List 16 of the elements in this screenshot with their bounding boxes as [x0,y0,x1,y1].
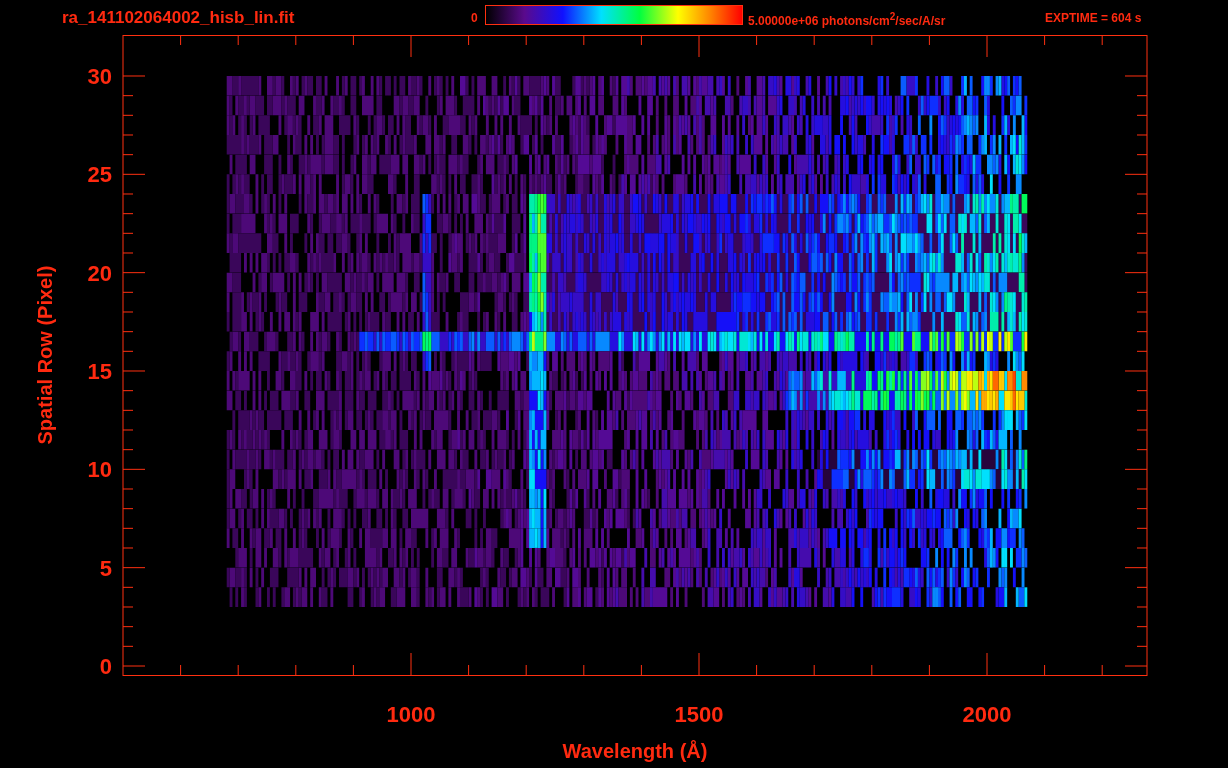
y-tick-label: 15 [87,359,112,384]
exposure-time: EXPTIME = 604 s [1045,11,1142,25]
colorbar-max-label: 5.00000e+06 photons/cm$^{2}$/sec/A/sr [748,11,946,28]
colorbar-min-label: 0 [471,11,478,25]
y-tick-label: 25 [87,162,112,188]
y-tick-label: 5 [99,555,112,581]
x-tick-label: 1000 [386,702,436,727]
y-tick-label: 20 [87,260,112,286]
y-axis-label: Spatial Row (Pixel) [34,265,56,445]
y-tick-label: 10 [87,457,112,483]
x-tick-label: 2000 [962,702,1012,727]
y-tick-label: 0 [99,654,112,679]
y-tick-label: 30 [87,64,112,89]
file-name: ra_141102064002_hisb_lin.fit [62,8,295,28]
x-tick-label: 1500 [674,702,724,727]
x-axis-label: Wavelength (Å) [562,740,708,762]
